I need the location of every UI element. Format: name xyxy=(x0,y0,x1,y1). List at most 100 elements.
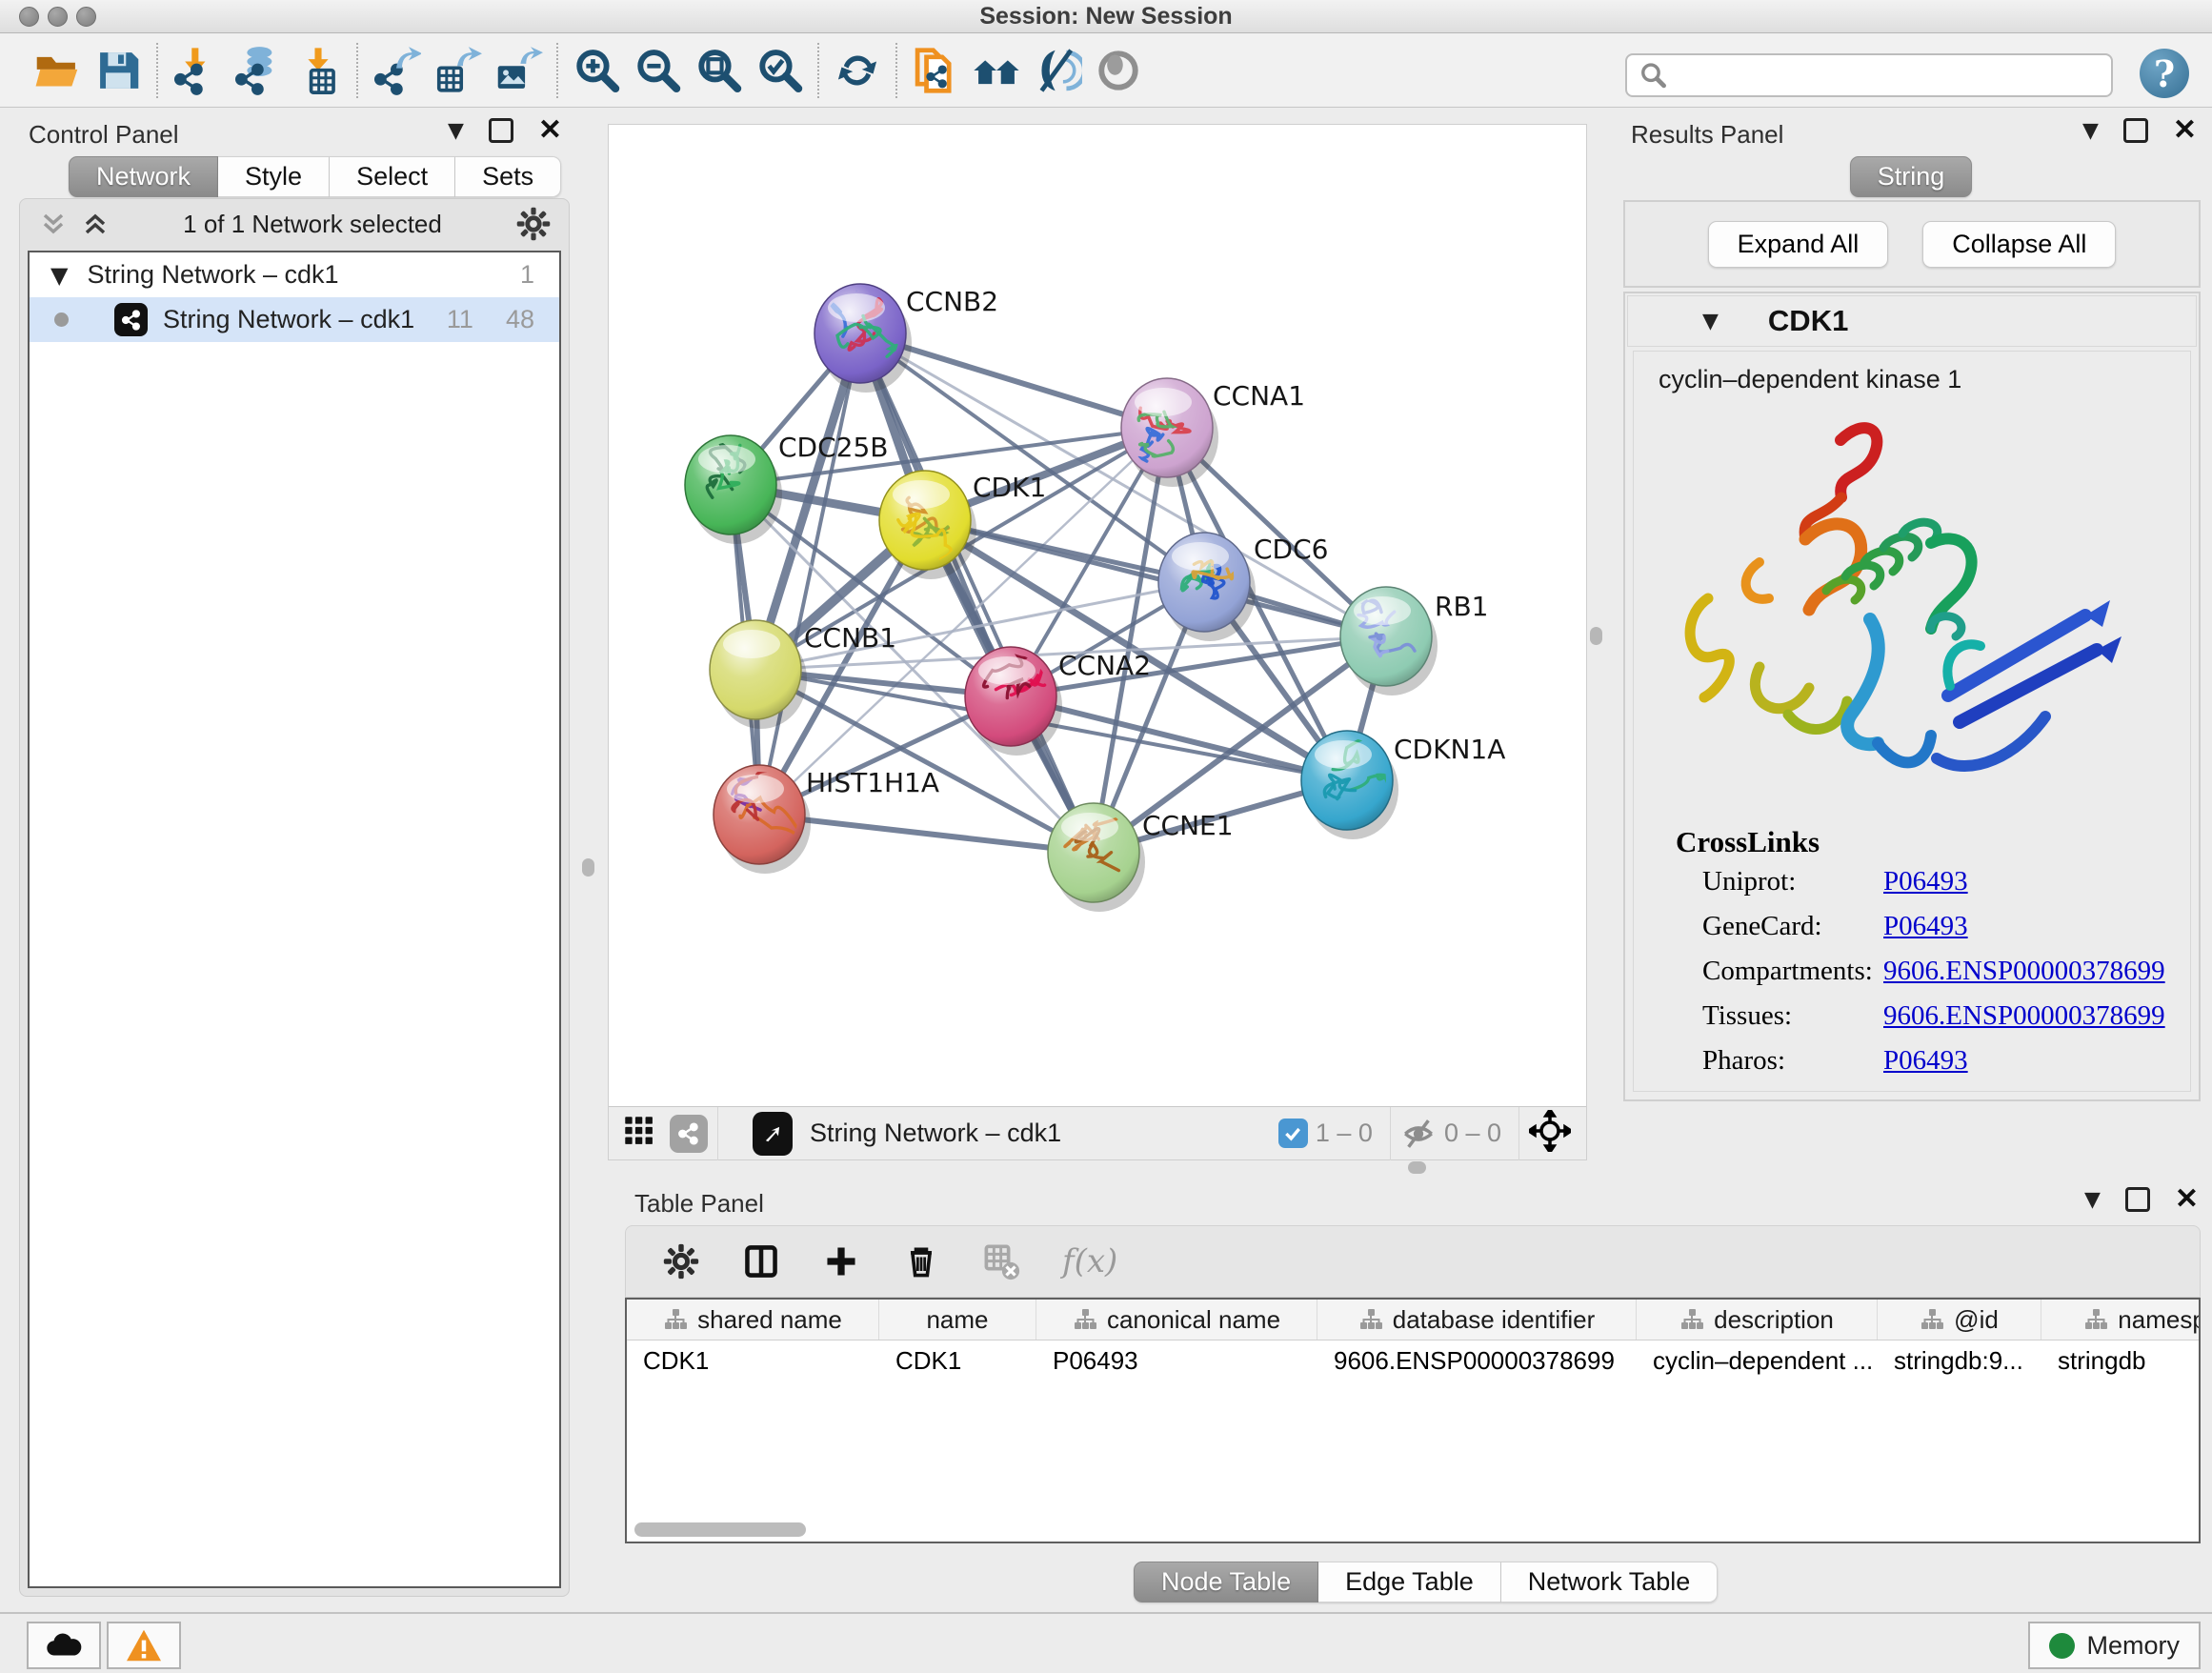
zoom-in-button[interactable] xyxy=(566,42,627,99)
show-graphics-details-button[interactable] xyxy=(1088,42,1149,99)
show-columns-icon[interactable] xyxy=(742,1242,780,1280)
refresh-button[interactable] xyxy=(827,42,888,99)
vertical-splitter-handle[interactable] xyxy=(582,858,594,877)
table-cell[interactable]: stringdb xyxy=(2041,1340,2201,1381)
collapse-all-button[interactable]: Collapse All xyxy=(1922,221,2116,268)
collection-expander-icon[interactable]: ▼ xyxy=(50,262,68,289)
zoom-selected-button[interactable] xyxy=(749,42,810,99)
table-panel-float-icon[interactable] xyxy=(2125,1187,2150,1212)
control-panel-float-icon[interactable] xyxy=(489,118,513,143)
crosslink-link[interactable]: P06493 xyxy=(1883,866,1968,897)
annotations-button[interactable] xyxy=(905,42,966,99)
column-header-namespace[interactable]: namespace xyxy=(2041,1300,2201,1340)
edge-CCNA1-HIST1H1A[interactable] xyxy=(759,428,1167,815)
import-table-from-file-button[interactable] xyxy=(288,42,349,99)
network-badge-icon[interactable] xyxy=(670,1115,708,1153)
table-horizontal-scrollbar[interactable] xyxy=(634,1522,806,1537)
table-cell[interactable]: 9606.ENSP00000378699 xyxy=(1317,1340,1637,1381)
export-image-button[interactable] xyxy=(488,42,549,99)
export-network-button[interactable] xyxy=(366,42,427,99)
help-icon[interactable]: ? xyxy=(2140,49,2189,98)
tab-string[interactable]: String xyxy=(1850,156,1973,197)
tab-sets[interactable]: Sets xyxy=(455,156,561,197)
network-row[interactable]: String Network – cdk1 11 48 xyxy=(30,297,559,342)
node-CCNB2[interactable]: CCNB2 xyxy=(814,280,998,393)
expand-all-icon[interactable] xyxy=(81,210,110,238)
memory-label: Memory xyxy=(2086,1631,2180,1661)
delete-column-icon[interactable] xyxy=(902,1242,940,1280)
network-options-gear-icon[interactable] xyxy=(515,206,552,242)
column-header-name[interactable]: name xyxy=(879,1300,1036,1340)
selected-counts: 1 – 0 xyxy=(1316,1119,1373,1148)
node-label-CCNE1: CCNE1 xyxy=(1142,810,1234,841)
table-cell[interactable]: stringdb:9... xyxy=(1878,1340,2041,1381)
show-grid-icon[interactable] xyxy=(622,1114,656,1153)
table-cell[interactable]: P06493 xyxy=(1036,1340,1317,1381)
tab-node-table[interactable]: Node Table xyxy=(1134,1562,1318,1602)
table-cell[interactable]: cyclin–dependent ... xyxy=(1637,1340,1878,1381)
control-panel-title: Control Panel xyxy=(29,120,179,150)
table-cell[interactable]: CDK1 xyxy=(879,1340,1036,1381)
crosslink-row: Uniprot:P06493 xyxy=(1634,859,2190,904)
results-panel-float-icon[interactable] xyxy=(2123,118,2148,143)
collapse-all-icon[interactable] xyxy=(39,210,68,238)
crosslink-link[interactable]: 9606.ENSP00000378699 xyxy=(1883,1000,2165,1032)
table-header-row: shared namenamecanonical namedatabase id… xyxy=(627,1300,2199,1340)
warning-status-button[interactable] xyxy=(107,1622,181,1669)
zoom-out-button[interactable] xyxy=(627,42,688,99)
control-panel-menu-icon[interactable]: ▼ xyxy=(448,119,464,143)
node-CDK1[interactable]: CDK1 xyxy=(879,471,1046,579)
column-header-sharedname[interactable]: shared name xyxy=(627,1300,879,1340)
expand-all-button[interactable]: Expand All xyxy=(1708,221,1889,268)
selected-elements-checkbox[interactable] xyxy=(1278,1119,1308,1148)
pan-crosshair-icon[interactable] xyxy=(1529,1110,1571,1157)
table-panel-close-icon[interactable]: ✕ xyxy=(2175,1190,2199,1209)
network-home-button[interactable] xyxy=(966,42,1027,99)
zoom-fit-button[interactable] xyxy=(688,42,749,99)
column-header-databaseidentifier[interactable]: database identifier xyxy=(1317,1300,1637,1340)
crosslink-link[interactable]: P06493 xyxy=(1883,911,1968,942)
table-cell[interactable]: CDK1 xyxy=(627,1340,879,1381)
search-input[interactable] xyxy=(1667,61,2111,90)
open-session-button[interactable] xyxy=(27,42,88,99)
column-header-id[interactable]: @id xyxy=(1878,1300,2041,1340)
tab-style[interactable]: Style xyxy=(218,156,330,197)
crosslink-link[interactable]: 9606.ENSP00000378699 xyxy=(1883,956,2165,987)
hidden-elements-eye-icon[interactable] xyxy=(1400,1116,1437,1152)
entry-expander-icon[interactable]: ▼ xyxy=(1702,310,1719,333)
network-graph[interactable]: CCNB2CCNA1CDC25BCDK1CDC6RB1CCNB1CCNA2CDK… xyxy=(609,125,1584,1104)
network-collection-row[interactable]: ▼ String Network – cdk1 1 xyxy=(30,252,559,297)
birdseye-view-icon[interactable] xyxy=(753,1112,793,1156)
column-header-canonicalname[interactable]: canonical name xyxy=(1036,1300,1317,1340)
node-RB1[interactable]: RB1 xyxy=(1340,585,1488,696)
node-HIST1H1A[interactable]: HIST1H1A xyxy=(714,749,939,874)
column-header-description[interactable]: description xyxy=(1637,1300,1878,1340)
cloud-status-button[interactable] xyxy=(27,1622,101,1669)
memory-button[interactable]: Memory xyxy=(2028,1622,2201,1669)
tab-network-table[interactable]: Network Table xyxy=(1501,1562,1719,1602)
add-column-icon[interactable] xyxy=(822,1242,860,1280)
table-options-gear-icon[interactable] xyxy=(662,1242,700,1280)
hide-graphics-details-button[interactable] xyxy=(1027,42,1088,99)
export-table-button[interactable] xyxy=(427,42,488,99)
hierarchy-icon xyxy=(2083,1307,2108,1332)
tab-edge-table[interactable]: Edge Table xyxy=(1318,1562,1501,1602)
network-view[interactable]: CCNB2CCNA1CDC25BCDK1CDC6RB1CCNB1CCNA2CDK… xyxy=(608,124,1587,1160)
table-panel-menu-icon[interactable]: ▼ xyxy=(2084,1188,2101,1212)
results-panel-menu-icon[interactable]: ▼ xyxy=(2082,119,2099,143)
import-network-from-file-button[interactable] xyxy=(166,42,227,99)
table-row[interactable]: CDK1CDK1P064939606.ENSP00000378699cyclin… xyxy=(627,1340,2199,1381)
search-box[interactable] xyxy=(1625,53,2113,97)
crosslink-link[interactable]: P06493 xyxy=(1883,1045,1968,1077)
horizontal-splitter-handle[interactable] xyxy=(1408,1161,1426,1174)
node-CDKN1A[interactable]: CDKN1A xyxy=(1301,731,1505,839)
edge-CCNB2-HIST1H1A[interactable] xyxy=(759,333,860,815)
tab-network[interactable]: Network xyxy=(69,156,218,197)
results-panel-close-icon[interactable]: ✕ xyxy=(2173,121,2197,140)
save-session-button[interactable] xyxy=(88,42,149,99)
import-network-from-database-button[interactable] xyxy=(227,42,288,99)
vertical-splitter-handle[interactable] xyxy=(1590,627,1602,645)
node-table[interactable]: shared namenamecanonical namedatabase id… xyxy=(625,1298,2201,1543)
control-panel-close-icon[interactable]: ✕ xyxy=(538,121,562,140)
tab-select[interactable]: Select xyxy=(330,156,455,197)
